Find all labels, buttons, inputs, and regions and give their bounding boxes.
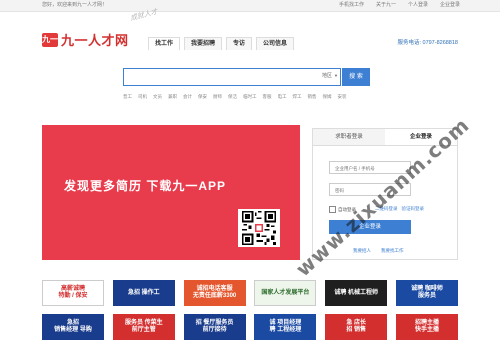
username-field — [329, 161, 413, 174]
hot-word[interactable]: 司机 — [138, 94, 147, 100]
hot-word[interactable]: 会计 — [183, 94, 192, 100]
chevron-down-icon: ▼ — [334, 73, 338, 78]
password-input[interactable] — [333, 184, 413, 196]
company-login-link[interactable]: 企业登录 — [440, 0, 460, 11]
tab-jobseeker-login[interactable]: 求职者登录 — [313, 129, 385, 145]
hot-word[interactable]: 文员 — [153, 94, 162, 100]
top-links: 手机找工作 关于九一 个人登录 企业登录 — [339, 0, 460, 11]
tab-recruit[interactable]: 我要招聘 — [184, 37, 223, 50]
ad-tile[interactable]: 高薪诚聘 特勤 / 保安 — [42, 280, 104, 306]
ad-tile[interactable]: 急招 操作工 — [112, 280, 175, 306]
login-panel: 求职者登录 企业登录 自动登录 二维码登录 验证码登录 企业登录 我要招人 我要… — [312, 128, 458, 260]
ad-tile[interactable]: 诚聘 机械工程师 — [325, 280, 388, 306]
hot-word[interactable]: 临时工 — [243, 94, 257, 100]
password-field — [329, 183, 413, 196]
username-input[interactable] — [333, 162, 413, 174]
tab-find-job[interactable]: 找工作 — [148, 37, 181, 50]
hotline: 服务电话: 0797-8268818 — [397, 40, 458, 46]
region-select[interactable]: 地区 ▼ — [322, 72, 338, 79]
app-banner[interactable]: 发现更多简历 下载九一APP — [42, 125, 300, 260]
logo-name: 九一人才网 — [61, 33, 129, 48]
tab-company-login[interactable]: 企业登录 — [385, 129, 457, 145]
hot-word[interactable]: 保姆 — [323, 94, 332, 100]
login-footer-links: 我要招人 我要找工作 — [353, 248, 404, 254]
personal-login-link[interactable]: 个人登录 — [408, 0, 428, 11]
mobile-job-link[interactable]: 手机找工作 — [339, 0, 364, 11]
hot-word[interactable]: 电工 — [278, 94, 287, 100]
ad-tile[interactable]: 诚聘 咖啡师 服务员 — [396, 280, 458, 306]
search-button[interactable]: 搜 索 — [342, 68, 370, 86]
site-logo[interactable]: 九一 九一人才网 — [42, 30, 129, 49]
hot-word[interactable]: 兼职 — [168, 94, 177, 100]
search-bar: 地区 ▼ — [123, 68, 341, 86]
recruit-link[interactable]: 我要招人 — [353, 248, 371, 254]
checkbox[interactable] — [329, 206, 336, 213]
hot-word[interactable]: 保安 — [198, 94, 207, 100]
ad-tile[interactable]: 服务员 传菜生 前厅主管 — [112, 314, 175, 340]
ad-tile[interactable]: 诚招电话客服 无责任底薪3300 — [183, 280, 246, 306]
hot-word[interactable]: 销售 — [308, 94, 317, 100]
greeting-text: 您好，欢迎来到九一人才网！ — [42, 2, 108, 8]
about-link[interactable]: 关于九一 — [376, 0, 396, 11]
hot-word[interactable]: 焊工 — [293, 94, 302, 100]
remember-me[interactable]: 自动登录 — [329, 206, 356, 213]
hot-word[interactable]: 客服 — [263, 94, 272, 100]
sms-login-link[interactable]: 验证码登录 — [402, 206, 425, 212]
remember-label: 自动登录 — [338, 206, 356, 212]
main-nav: 找工作 我要招聘 专访 公司信息 — [148, 37, 295, 50]
ad-tile[interactable]: 招聘主播 快手主播 — [396, 314, 458, 340]
logo-badge: 九一 — [42, 32, 58, 47]
login-button[interactable]: 企业登录 — [329, 220, 411, 234]
hot-word[interactable]: 保洁 — [228, 94, 237, 100]
region-label: 地区 — [322, 73, 333, 79]
hot-word[interactable]: 厨师 — [213, 94, 222, 100]
hot-word[interactable]: 普工 — [123, 94, 132, 100]
ad-tile[interactable]: 招 餐厅服务员 前厅接待 — [183, 314, 246, 340]
qr-code-icon — [238, 209, 280, 247]
qr-login-link[interactable]: 二维码登录 — [375, 206, 398, 212]
ad-tile[interactable]: 急招 销售经理 导购 — [42, 314, 104, 340]
hot-words: 普工 司机 文员 兼职 会计 保安 厨师 保洁 临时工 客服 电工 焊工 销售 … — [123, 94, 347, 100]
top-bar: 您好，欢迎来到九一人才网！ 手机找工作 关于九一 个人登录 企业登录 — [0, 0, 500, 12]
alt-login-links: 二维码登录 验证码登录 — [375, 206, 424, 212]
hot-word[interactable]: 安装 — [338, 94, 347, 100]
tab-company-info[interactable]: 公司信息 — [256, 37, 295, 50]
ad-tile[interactable]: 急 店长 招 销售 — [325, 314, 388, 340]
login-tabs: 求职者登录 企业登录 — [313, 129, 457, 146]
ad-tile[interactable]: 国家人才发展平台 — [254, 280, 317, 306]
banner-headline: 发现更多简历 下载九一APP — [64, 179, 227, 193]
tab-interview[interactable]: 专访 — [226, 37, 253, 50]
find-job-link[interactable]: 我要找工作 — [381, 248, 404, 254]
search-input[interactable] — [126, 71, 310, 84]
ad-tile[interactable]: 诚 项目经理 聘 工程经理 — [254, 314, 317, 340]
